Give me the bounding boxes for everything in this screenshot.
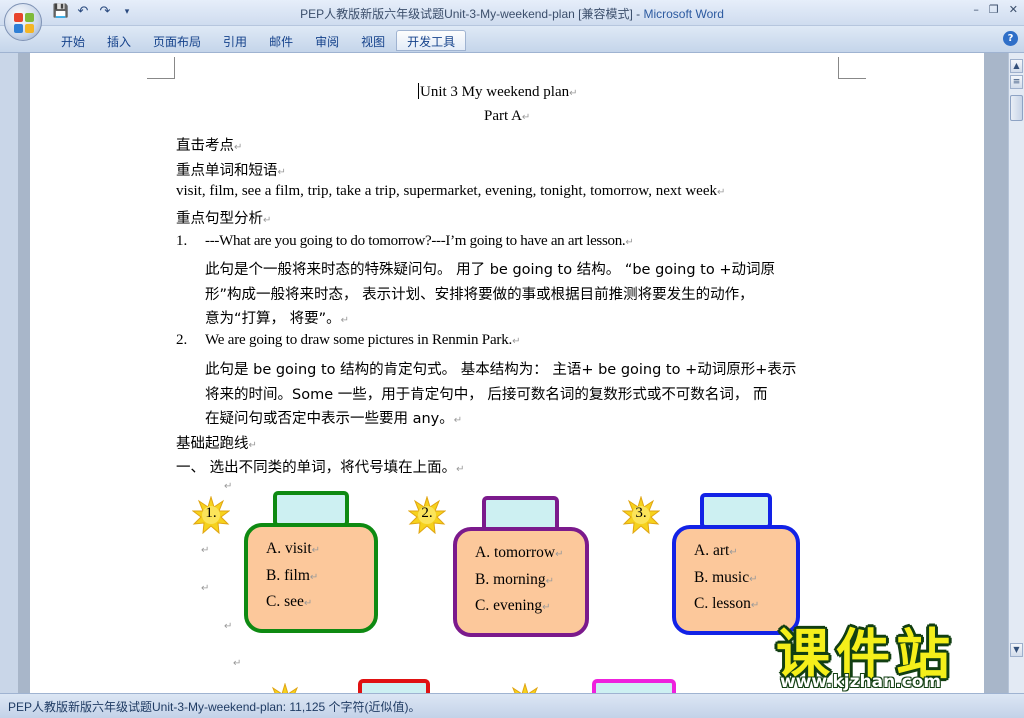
explanation-1b: 形”构成一般将来时态， 表示计划、安排将要做的事或根据目前推测将要发生的动作， <box>205 287 754 303</box>
scroll-up-icon[interactable]: ▲ <box>1010 59 1023 73</box>
tab-references[interactable]: 引用 <box>212 30 258 51</box>
ribbon-tabs: 开始 插入 页面布局 引用 邮件 审阅 视图 开发工具 <box>50 30 467 51</box>
margin-corner-left <box>147 57 175 79</box>
title-bar: 💾 ↶ ↷ ▾ PEP人教版新版六年级试题Unit-3-My-weekend-p… <box>0 0 1024 26</box>
heading-key-points: 直击考点↵ <box>176 138 243 154</box>
option-3a: A. art↵ <box>694 542 738 559</box>
list-number-1: 1. <box>176 233 188 249</box>
explanation-2b: 将来的时间。Some 一些，用于肯定句中， 后接可数名词的复数形式或不可数名词，… <box>205 387 768 403</box>
option-3b: B. music↵ <box>694 568 758 586</box>
status-bar: PEP人教版新版六年级试题Unit-3-My-weekend-plan: 11,… <box>0 693 1024 718</box>
option-1b: B. film↵ <box>266 566 319 584</box>
document-page[interactable]: Unit 3 My weekend plan↵ Part A↵ 直击考点↵ 重点… <box>30 53 984 693</box>
document-name: PEP人教版新版六年级试题Unit-3-My-weekend-plan [兼容模… <box>300 7 633 21</box>
sun-icon <box>271 682 299 693</box>
option-2b: B. morning↵ <box>475 570 555 588</box>
help-icon[interactable]: ? <box>1003 31 1018 46</box>
heading-sentence-analysis: 重点句型分析↵ <box>176 211 272 227</box>
margin-corner-right <box>838 57 866 79</box>
restore-button[interactable]: ❐ <box>989 3 999 16</box>
minimize-button[interactable]: – <box>973 3 979 16</box>
heading-vocabulary: 重点单词和短语↵ <box>176 163 286 179</box>
vertical-scrollbar[interactable]: ▲ ≡ ▼ <box>1008 53 1024 693</box>
tab-view[interactable]: 视图 <box>350 30 396 51</box>
vertical-ruler <box>0 53 18 693</box>
sun-icon <box>511 682 539 693</box>
explanation-2a: 此句是 be going to 结构的肯定句式。 基本结构为： 主语+ be g… <box>205 362 797 378</box>
paragraph-mark: ↵ <box>201 583 210 594</box>
ruler-toggle-icon[interactable]: ≡ <box>1010 75 1023 89</box>
office-logo-icon <box>14 13 34 33</box>
paragraph-mark: ↵ <box>224 481 233 492</box>
tab-insert[interactable]: 插入 <box>96 30 142 51</box>
sentence-1: ---What are you going to do tomorrow?---… <box>205 233 634 249</box>
paragraph-mark: ↵ <box>224 621 233 632</box>
window-controls: – ❐ ✕ <box>973 3 1018 16</box>
sentence-2: We are going to draw some pictures in Re… <box>205 332 521 348</box>
paragraph-mark: ↵ <box>233 658 242 669</box>
status-text: PEP人教版新版六年级试题Unit-3-My-weekend-plan: 11,… <box>8 700 421 714</box>
close-button[interactable]: ✕ <box>1009 3 1018 16</box>
option-1c: C. see↵ <box>266 593 313 610</box>
sun-number-3: 3. <box>621 495 661 535</box>
paragraph-mark: ↵ <box>201 545 210 556</box>
option-card-3: A. art↵ B. music↵ C. lesson↵ <box>672 525 800 635</box>
text-cursor <box>418 83 419 99</box>
tab-review[interactable]: 审阅 <box>304 30 350 51</box>
office-button[interactable] <box>4 3 42 41</box>
option-3c: C. lesson↵ <box>694 595 760 612</box>
option-2c: C. evening↵ <box>475 597 551 614</box>
explanation-1c: 意为“打算， 将要”。↵ <box>205 311 350 327</box>
jar-lid-1 <box>273 491 349 527</box>
vocabulary-line: visit, film, see a film, trip, take a tr… <box>176 183 726 199</box>
option-card-2: A. tomorrow↵ B. morning↵ C. evening↵ <box>453 527 589 637</box>
sun-number-5 <box>506 682 544 693</box>
ribbon: 开始 插入 页面布局 引用 邮件 审阅 视图 开发工具 ? <box>0 26 1024 53</box>
explanation-1a: 此句是个一般将来时态的特殊疑问句。 用了 be going to 结构。 “be… <box>205 262 776 278</box>
sun-number-2: 2. <box>407 495 447 535</box>
jar-lid-5 <box>592 679 676 693</box>
option-2a: A. tomorrow↵ <box>475 544 564 561</box>
tab-home[interactable]: 开始 <box>50 30 96 51</box>
app-name: Microsoft Word <box>643 7 724 21</box>
list-number-2: 2. <box>176 332 188 348</box>
document-title: Unit 3 My weekend plan↵ <box>418 83 578 100</box>
heading-basics: 基础起跑线↵ <box>176 436 257 452</box>
tab-page-layout[interactable]: 页面布局 <box>142 30 212 51</box>
sun-number-1: 1. <box>191 495 231 535</box>
jar-lid-3 <box>700 493 772 529</box>
window-title: PEP人教版新版六年级试题Unit-3-My-weekend-plan [兼容模… <box>300 7 724 21</box>
option-1a: A. visit↵ <box>266 540 321 557</box>
tab-mailings[interactable]: 邮件 <box>258 30 304 51</box>
explanation-2c: 在疑问句或否定中表示一些要用 any。↵ <box>205 411 463 427</box>
scroll-thumb[interactable] <box>1010 95 1023 121</box>
document-subtitle: Part A↵ <box>484 108 531 124</box>
scroll-down-icon[interactable]: ▼ <box>1010 643 1023 657</box>
option-card-1: A. visit↵ B. film↵ C. see↵ <box>244 523 378 633</box>
jar-lid-4 <box>358 679 430 693</box>
exercise-instruction: 一、 选出不同类的单词，将代号填在上面。↵ <box>176 460 465 476</box>
sun-number-4 <box>266 682 304 693</box>
tab-developer[interactable]: 开发工具 <box>396 30 467 51</box>
document-area: Unit 3 My weekend plan↵ Part A↵ 直击考点↵ 重点… <box>18 53 1008 693</box>
